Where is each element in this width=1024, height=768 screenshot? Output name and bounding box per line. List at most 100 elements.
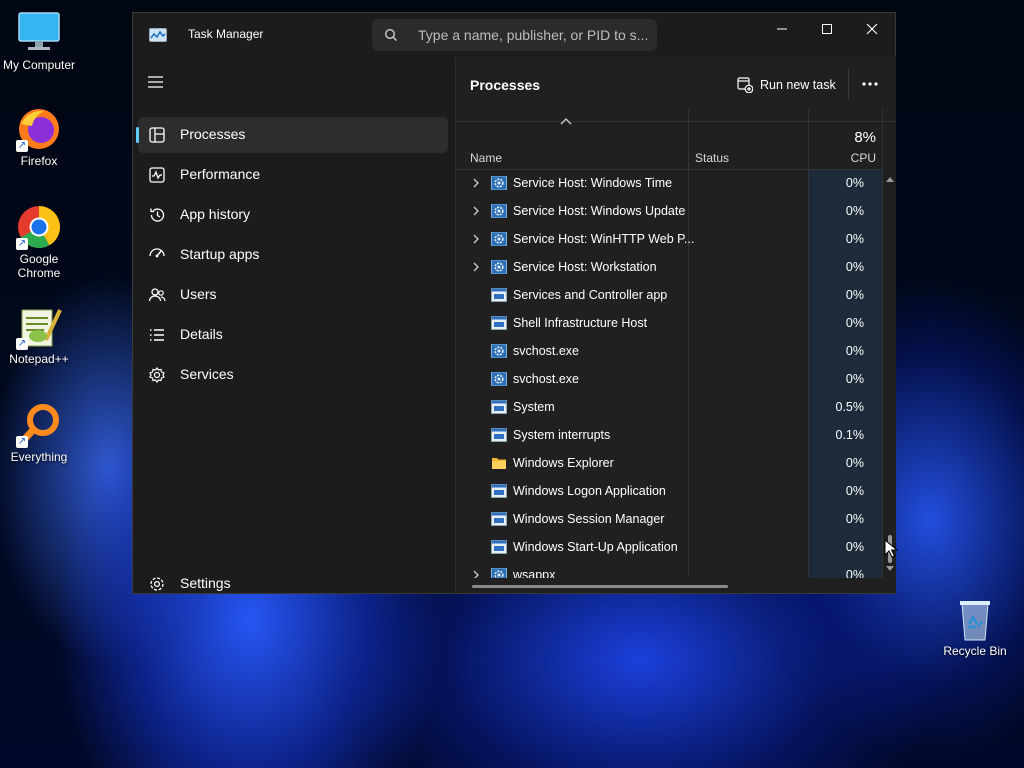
service-gear-icon [491,344,507,358]
nav-item-users[interactable]: Users [138,277,448,313]
details-icon [150,329,164,341]
maximize-button[interactable] [804,13,850,45]
chevron-right-icon[interactable] [472,178,480,188]
app-window-icon [491,288,507,302]
minimize-icon [777,28,787,30]
settings-gear-icon [150,577,164,591]
desktop-icon-label: My Computer [2,58,76,72]
app-window-icon [491,428,507,442]
table-row[interactable]: Windows Start-Up Application 0% [456,533,886,561]
hamburger-menu-icon[interactable] [147,75,165,89]
task-manager-app-icon [149,28,167,42]
vertical-scrollbar[interactable] [885,169,895,578]
app-window-icon [491,400,507,414]
desktop-icon-notepadpp[interactable]: ↗ Notepad++ [0,304,78,366]
process-name: Shell Infrastructure Host [513,316,648,330]
service-gear-icon [491,204,507,218]
page-title: Processes [470,77,541,93]
column-header-cpu[interactable]: CPU [851,151,876,165]
table-row[interactable]: Service Host: Windows Time 0% [456,169,886,197]
desktop-icon-recycle-bin[interactable]: Recycle Bin [936,596,1014,658]
table-row[interactable]: svchost.exe 0% [456,337,886,365]
service-gear-icon [491,176,507,190]
nav-item-performance[interactable]: Performance [138,157,448,193]
search-box[interactable] [372,19,657,51]
nav-item-label: Services [180,366,234,382]
nav-item-startup-apps[interactable]: Startup apps [138,237,448,273]
table-row[interactable]: svchost.exe 0% [456,365,886,393]
chevron-right-icon[interactable] [472,234,480,244]
monitor-icon [18,12,60,50]
desktop-icon-firefox[interactable]: ↗ Firefox [0,106,78,168]
table-row[interactable]: wsappx 0% [456,561,886,578]
chevron-right-icon[interactable] [472,206,480,216]
minimize-button[interactable] [759,13,805,45]
process-cpu: 0% [845,260,864,274]
desktop-icon-label: Google Chrome [17,252,61,280]
app-window-icon [491,316,507,330]
navigation-pane: Processes Performance App history Startu… [133,57,455,593]
process-name: Service Host: Workstation [513,260,657,274]
service-gear-icon [491,232,507,246]
app-window-icon [491,512,507,526]
column-header-status[interactable]: Status [695,151,729,165]
chevron-right-icon[interactable] [472,262,480,272]
desktop-icon-everything[interactable]: ↗ Everything [0,402,78,464]
scroll-up-icon[interactable] [885,175,895,183]
column-header-name[interactable]: Name [470,151,502,165]
nav-item-app-history[interactable]: App history [138,197,448,233]
process-name: Windows Logon Application [513,484,666,498]
active-indicator [136,127,139,143]
nav-item-services[interactable]: Services [138,357,448,393]
chevron-right-icon[interactable] [472,570,480,578]
performance-icon [149,167,165,183]
users-icon [148,288,166,302]
table-row[interactable]: Shell Infrastructure Host 0% [456,309,886,337]
scroll-down-icon[interactable] [885,565,895,573]
process-cpu: 0% [845,176,864,190]
table-row[interactable]: Service Host: WinHTTP Web P... 0% [456,225,886,253]
process-name: Windows Explorer [513,456,614,470]
process-cpu: 0% [845,372,864,386]
more-options-icon[interactable] [861,81,879,87]
table-row[interactable]: System 0.5% [456,393,886,421]
nav-item-settings[interactable]: Settings [138,566,448,602]
process-name: Service Host: WinHTTP Web P... [513,232,695,246]
process-cpu: 0% [845,316,864,330]
run-new-task-button[interactable]: Run new task [737,74,836,96]
process-cpu: 0.5% [835,400,865,414]
services-icon [149,367,165,383]
table-row[interactable]: Windows Explorer 0% [456,449,886,477]
process-name: Service Host: Windows Time [513,176,673,190]
search-input[interactable] [418,26,648,44]
header-divider [456,121,896,122]
process-list: Service Host: Windows Time 0% Service Host… [456,169,886,578]
close-button[interactable] [849,13,895,45]
table-row[interactable]: Service Host: Workstation 0% [456,253,886,281]
desktop-icon-my-computer[interactable]: My Computer [0,10,78,72]
table-row[interactable]: System interrupts 0.1% [456,421,886,449]
nav-item-processes[interactable]: Processes [136,117,448,153]
table-row[interactable]: Windows Session Manager 0% [456,505,886,533]
process-cpu: 0% [845,232,864,246]
sort-ascending-icon[interactable] [560,117,572,125]
process-cpu: 0% [845,344,864,358]
nav-item-details[interactable]: Details [138,317,448,353]
cpu-total-percent[interactable]: 8% [854,129,876,146]
desktop-icon-chrome[interactable]: ↗ Google Chrome [0,204,78,280]
startup-icon [149,248,165,258]
table-row[interactable]: Service Host: Windows Update 0% [456,197,886,225]
title-bar[interactable]: Task Manager [133,13,895,57]
nav-item-label: Processes [180,126,246,142]
table-row[interactable]: Windows Logon Application 0% [456,477,886,505]
table-row[interactable]: Services and Controller app 0% [456,281,886,309]
process-name: Windows Start-Up Application [513,540,678,554]
nav-item-label: Details [180,326,223,342]
task-manager-window: Task Manager Process [132,12,898,594]
horizontal-scrollbar[interactable] [472,585,728,588]
process-cpu: 0% [845,540,864,554]
maximize-icon [822,24,832,34]
process-cpu: 0% [845,456,864,470]
close-icon [866,23,878,35]
processes-panel: Processes Run new task Name Status 8% CP… [455,57,898,593]
